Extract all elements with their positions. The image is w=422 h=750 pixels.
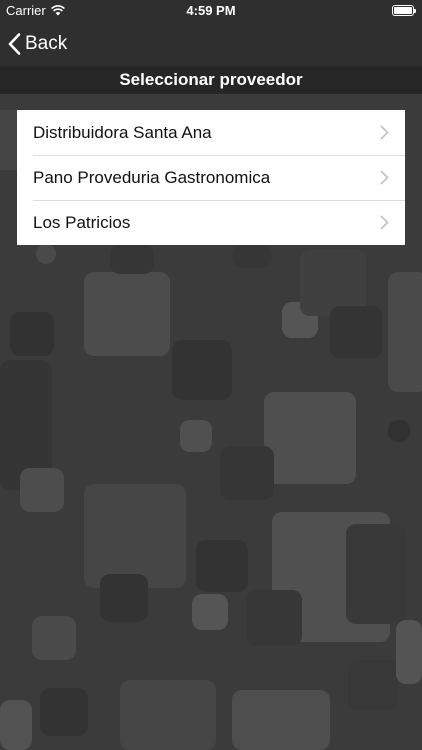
supplier-label: Los Patricios: [33, 212, 131, 232]
battery-level: [394, 7, 412, 14]
supplier-list: Distribuidora Santa Ana Pano Proveduria …: [17, 110, 405, 245]
chevron-right-icon: [380, 170, 389, 185]
list-item-supplier[interactable]: Distribuidora Santa Ana: [17, 110, 405, 155]
back-button[interactable]: Back: [8, 28, 67, 60]
status-time: 4:59 PM: [186, 3, 236, 18]
chevron-right-icon: [380, 125, 389, 140]
status-bar: Carrier 4:59 PM: [0, 0, 422, 22]
supplier-select-screen: Carrier 4:59 PM Back Seleccionar proveed…: [0, 0, 422, 750]
supplier-label: Distribuidora Santa Ana: [33, 122, 212, 142]
list-item-supplier[interactable]: Los Patricios: [17, 200, 405, 245]
chevron-right-icon: [380, 215, 389, 230]
list-item-supplier[interactable]: Pano Proveduria Gastronomica: [17, 155, 405, 200]
navigation-bar: Back: [0, 22, 422, 66]
chevron-left-icon: [8, 33, 21, 55]
battery-icon: [392, 5, 416, 16]
supplier-label: Pano Proveduria Gastronomica: [33, 167, 271, 187]
page-title: Seleccionar proveedor: [0, 66, 422, 94]
back-label: Back: [25, 33, 68, 54]
